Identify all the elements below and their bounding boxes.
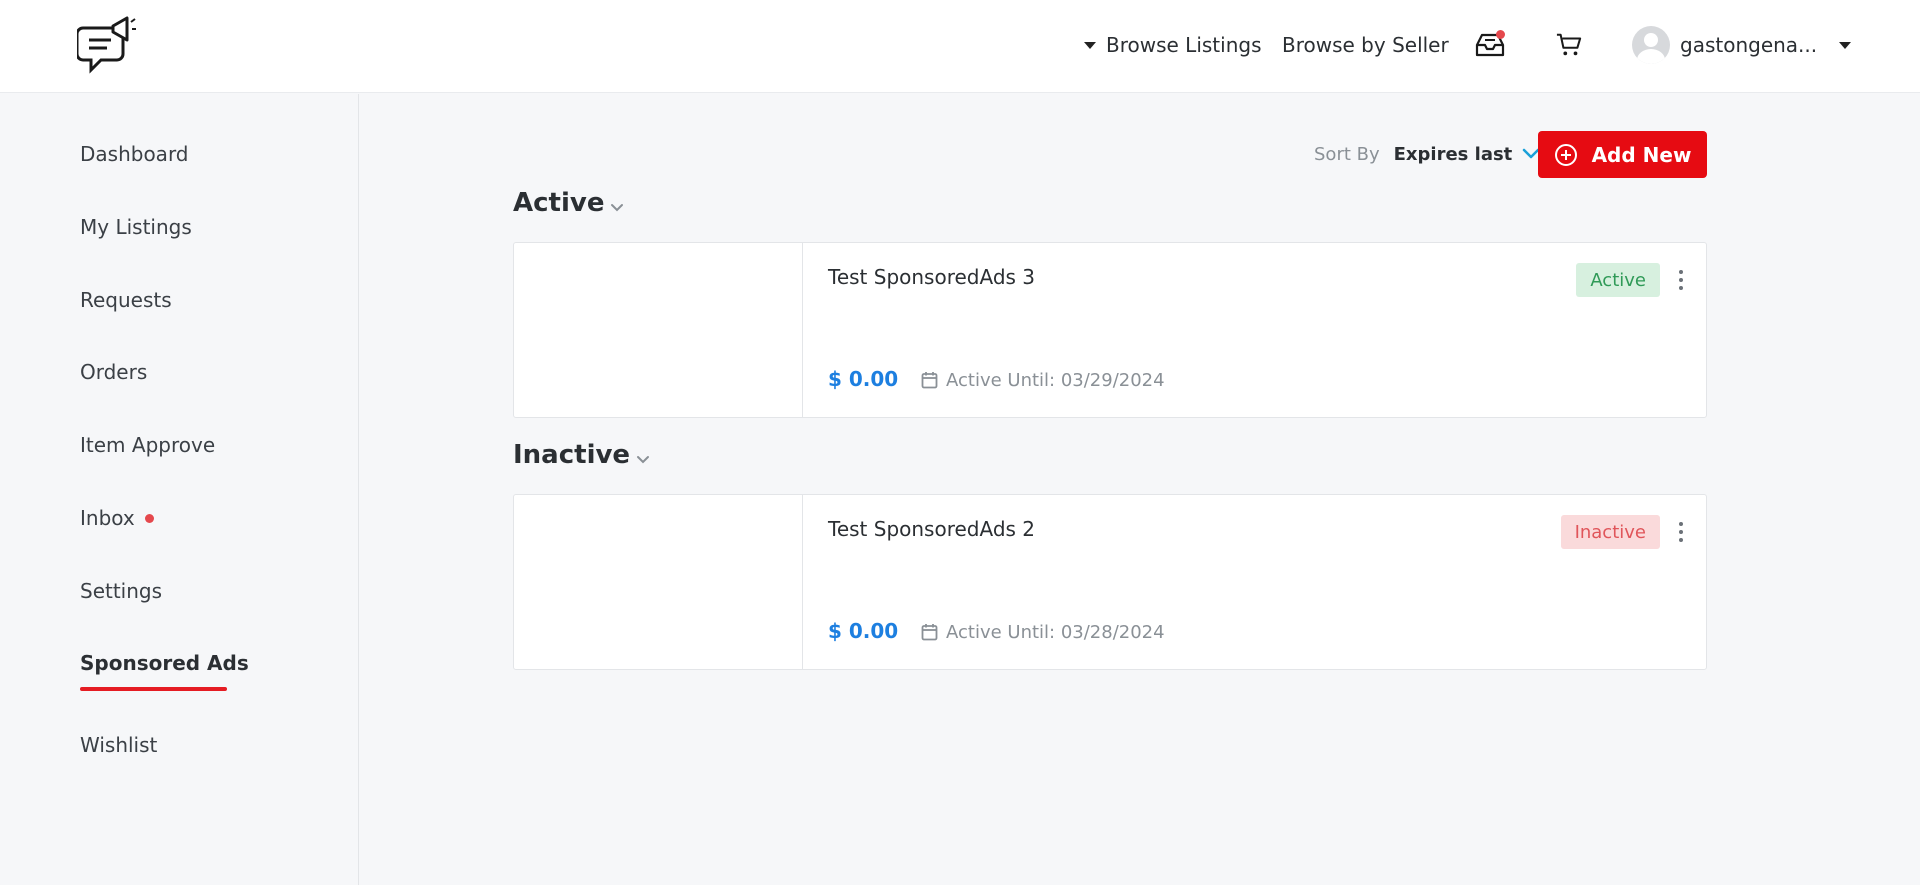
status-badge: Active [1576, 263, 1660, 297]
section-inactive-toggle[interactable]: Inactive [513, 440, 650, 470]
notification-dot [1496, 30, 1505, 39]
inbox-button[interactable] [1473, 28, 1507, 62]
active-until-text: Active Until: 03/29/2024 [946, 369, 1165, 391]
add-new-button[interactable]: Add New [1538, 131, 1707, 178]
sort-control[interactable]: Sort By Expires last [1314, 139, 1540, 169]
user-menu[interactable]: gastongena... [1632, 25, 1852, 65]
sidebar-item-inbox-label: Inbox [80, 506, 135, 530]
sidebar-item-inbox[interactable]: Inbox [80, 503, 154, 533]
sidebar-item-sponsored-ads[interactable]: Sponsored Ads [80, 648, 249, 678]
caret-down-icon [1084, 41, 1096, 49]
active-item-underline [80, 687, 227, 691]
sort-value[interactable]: Expires last [1394, 144, 1513, 165]
ad-active-until: Active Until: 03/29/2024 [921, 367, 1165, 393]
username-label: gastongena... [1680, 33, 1818, 57]
section-title: Active [513, 188, 605, 218]
sort-by-label: Sort By [1314, 143, 1380, 165]
unread-dot [144, 513, 154, 523]
sidebar-item-my-listings[interactable]: My Listings [80, 212, 192, 242]
ad-title[interactable]: Test SponsoredAds 2 [828, 517, 1035, 541]
ad-active-until: Active Until: 03/28/2024 [921, 619, 1165, 645]
ad-thumbnail [514, 495, 803, 669]
sidebar: Dashboard My Listings Requests Orders It… [0, 94, 359, 885]
ad-price: $ 0.00 [828, 367, 899, 391]
ad-title[interactable]: Test SponsoredAds 3 [828, 265, 1035, 289]
sidebar-item-settings[interactable]: Settings [80, 576, 162, 606]
calendar-icon [921, 624, 938, 641]
section-active-toggle[interactable]: Active [513, 188, 624, 218]
browse-listings-menu[interactable]: Browse Listings [1084, 30, 1262, 60]
site-logo[interactable] [75, 14, 137, 78]
cart-icon [1556, 33, 1582, 56]
browse-by-seller-label: Browse by Seller [1282, 33, 1449, 57]
avatar [1632, 26, 1670, 64]
sidebar-item-dashboard[interactable]: Dashboard [80, 139, 189, 169]
browse-listings-label: Browse Listings [1106, 33, 1262, 57]
add-new-label: Add New [1591, 142, 1692, 167]
active-until-text: Active Until: 03/28/2024 [946, 621, 1165, 643]
chevron-down-icon [611, 203, 624, 211]
sidebar-item-requests[interactable]: Requests [80, 285, 172, 315]
sidebar-item-orders[interactable]: Orders [80, 357, 147, 387]
status-badge: Inactive [1560, 515, 1660, 549]
top-header: Browse Listings Browse by Seller gastong… [0, 0, 1920, 93]
ad-thumbnail [514, 243, 803, 417]
caret-down-icon [1839, 41, 1852, 49]
sidebar-item-wishlist[interactable]: Wishlist [80, 730, 157, 760]
ad-card[interactable]: Test SponsoredAds 2 Inactive $ 0.00 Acti… [513, 494, 1707, 670]
ad-card[interactable]: Test SponsoredAds 3 Active $ 0.00 Active… [513, 242, 1707, 418]
calendar-icon [921, 372, 938, 389]
more-options-icon[interactable] [1678, 270, 1684, 290]
more-options-icon[interactable] [1678, 522, 1684, 542]
plus-circle-icon [1554, 143, 1577, 166]
chat-megaphone-logo-icon [75, 16, 136, 74]
chevron-down-icon [637, 455, 650, 463]
sidebar-item-item-approve[interactable]: Item Approve [80, 430, 215, 460]
section-title: Inactive [513, 440, 631, 470]
browse-by-seller-link[interactable]: Browse by Seller [1282, 30, 1449, 60]
cart-button[interactable] [1552, 28, 1586, 62]
ad-price: $ 0.00 [828, 619, 899, 643]
